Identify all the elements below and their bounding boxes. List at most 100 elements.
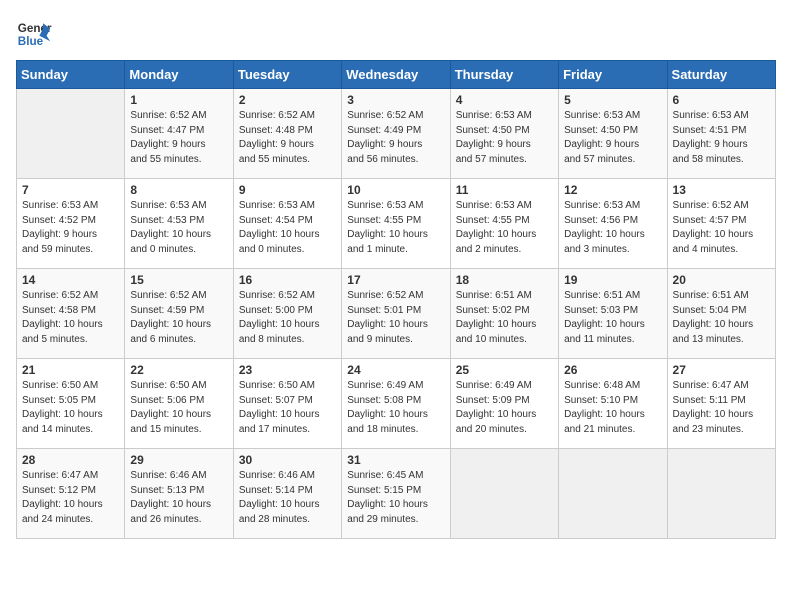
page-header: General Blue <box>16 16 776 52</box>
day-cell: 5 Sunrise: 6:53 AM Sunset: 4:50 PM Daylig… <box>559 89 667 179</box>
day-info: Sunrise: 6:52 AM Sunset: 4:49 PM Dayligh… <box>347 109 444 167</box>
day-number: 31 <box>347 453 444 467</box>
logo: General Blue <box>16 16 56 52</box>
day-number: 29 <box>130 453 227 467</box>
day-info: Sunrise: 6:53 AM Sunset: 4:50 PM Dayligh… <box>456 109 553 167</box>
day-info: Sunrise: 6:51 AM Sunset: 5:02 PM Dayligh… <box>456 289 553 347</box>
day-info: Sunrise: 6:48 AM Sunset: 5:10 PM Dayligh… <box>564 379 661 437</box>
day-info: Sunrise: 6:52 AM Sunset: 4:59 PM Dayligh… <box>130 289 227 347</box>
day-info: Sunrise: 6:53 AM Sunset: 4:56 PM Dayligh… <box>564 199 661 257</box>
day-number: 27 <box>673 363 770 377</box>
day-info: Sunrise: 6:50 AM Sunset: 5:07 PM Dayligh… <box>239 379 336 437</box>
day-info: Sunrise: 6:51 AM Sunset: 5:03 PM Dayligh… <box>564 289 661 347</box>
day-info: Sunrise: 6:47 AM Sunset: 5:11 PM Dayligh… <box>673 379 770 437</box>
day-cell: 25 Sunrise: 6:49 AM Sunset: 5:09 PM Dayli… <box>450 359 558 449</box>
day-info: Sunrise: 6:47 AM Sunset: 5:12 PM Dayligh… <box>22 469 119 527</box>
day-cell: 10 Sunrise: 6:53 AM Sunset: 4:55 PM Dayli… <box>342 179 450 269</box>
day-info: Sunrise: 6:52 AM Sunset: 4:58 PM Dayligh… <box>22 289 119 347</box>
day-number: 3 <box>347 93 444 107</box>
day-info: Sunrise: 6:53 AM Sunset: 4:53 PM Dayligh… <box>130 199 227 257</box>
weekday-header-row: SundayMondayTuesdayWednesdayThursdayFrid… <box>17 61 776 89</box>
week-row-3: 14Sunrise: 6:52 AM Sunset: 4:58 PM Dayli… <box>17 269 776 359</box>
day-number: 17 <box>347 273 444 287</box>
day-cell: 30Sunrise: 6:46 AM Sunset: 5:14 PM Dayli… <box>233 449 341 539</box>
day-cell: 23Sunrise: 6:50 AM Sunset: 5:07 PM Dayli… <box>233 359 341 449</box>
day-number: 2 <box>239 93 336 107</box>
day-cell <box>667 449 775 539</box>
day-number: 4 <box>456 93 553 107</box>
day-cell: 19 Sunrise: 6:51 AM Sunset: 5:03 PM Dayli… <box>559 269 667 359</box>
weekday-header-thursday: Thursday <box>450 61 558 89</box>
day-number: 22 <box>130 363 227 377</box>
day-number: 18 <box>456 273 553 287</box>
day-number: 15 <box>130 273 227 287</box>
week-row-4: 21 Sunrise: 6:50 AM Sunset: 5:05 PM Dayli… <box>17 359 776 449</box>
day-cell: 26 Sunrise: 6:48 AM Sunset: 5:10 PM Dayli… <box>559 359 667 449</box>
day-info: Sunrise: 6:53 AM Sunset: 4:54 PM Dayligh… <box>239 199 336 257</box>
day-number: 12 <box>564 183 661 197</box>
day-info: Sunrise: 6:50 AM Sunset: 5:05 PM Dayligh… <box>22 379 119 437</box>
day-number: 10 <box>347 183 444 197</box>
day-info: Sunrise: 6:53 AM Sunset: 4:51 PM Dayligh… <box>673 109 770 167</box>
day-info: Sunrise: 6:53 AM Sunset: 4:50 PM Dayligh… <box>564 109 661 167</box>
week-row-1: 1 Sunrise: 6:52 AM Sunset: 4:47 PM Daylig… <box>17 89 776 179</box>
day-info: Sunrise: 6:53 AM Sunset: 4:52 PM Dayligh… <box>22 199 119 257</box>
day-info: Sunrise: 6:52 AM Sunset: 4:48 PM Dayligh… <box>239 109 336 167</box>
week-row-2: 7 Sunrise: 6:53 AM Sunset: 4:52 PM Daylig… <box>17 179 776 269</box>
day-cell: 22 Sunrise: 6:50 AM Sunset: 5:06 PM Dayli… <box>125 359 233 449</box>
day-number: 26 <box>564 363 661 377</box>
day-number: 7 <box>22 183 119 197</box>
logo-icon: General Blue <box>16 16 52 52</box>
weekday-header-monday: Monday <box>125 61 233 89</box>
day-cell: 17 Sunrise: 6:52 AM Sunset: 5:01 PM Dayli… <box>342 269 450 359</box>
day-cell: 28 Sunrise: 6:47 AM Sunset: 5:12 PM Dayli… <box>17 449 125 539</box>
day-number: 16 <box>239 273 336 287</box>
day-number: 8 <box>130 183 227 197</box>
day-cell: 8 Sunrise: 6:53 AM Sunset: 4:53 PM Daylig… <box>125 179 233 269</box>
day-cell: 2 Sunrise: 6:52 AM Sunset: 4:48 PM Daylig… <box>233 89 341 179</box>
day-cell: 29Sunrise: 6:46 AM Sunset: 5:13 PM Dayli… <box>125 449 233 539</box>
day-cell: 15 Sunrise: 6:52 AM Sunset: 4:59 PM Dayli… <box>125 269 233 359</box>
day-number: 21 <box>22 363 119 377</box>
weekday-header-sunday: Sunday <box>17 61 125 89</box>
day-cell: 1 Sunrise: 6:52 AM Sunset: 4:47 PM Daylig… <box>125 89 233 179</box>
day-cell: 4 Sunrise: 6:53 AM Sunset: 4:50 PM Daylig… <box>450 89 558 179</box>
day-number: 6 <box>673 93 770 107</box>
day-info: Sunrise: 6:53 AM Sunset: 4:55 PM Dayligh… <box>347 199 444 257</box>
day-number: 1 <box>130 93 227 107</box>
weekday-header-saturday: Saturday <box>667 61 775 89</box>
day-cell: 18 Sunrise: 6:51 AM Sunset: 5:02 PM Dayli… <box>450 269 558 359</box>
week-row-5: 28 Sunrise: 6:47 AM Sunset: 5:12 PM Dayli… <box>17 449 776 539</box>
day-info: Sunrise: 6:46 AM Sunset: 5:14 PM Dayligh… <box>239 469 336 527</box>
weekday-header-tuesday: Tuesday <box>233 61 341 89</box>
day-number: 28 <box>22 453 119 467</box>
day-number: 9 <box>239 183 336 197</box>
day-info: Sunrise: 6:52 AM Sunset: 5:00 PM Dayligh… <box>239 289 336 347</box>
day-cell: 24Sunrise: 6:49 AM Sunset: 5:08 PM Dayli… <box>342 359 450 449</box>
calendar-table: SundayMondayTuesdayWednesdayThursdayFrid… <box>16 60 776 539</box>
day-cell: 21 Sunrise: 6:50 AM Sunset: 5:05 PM Dayli… <box>17 359 125 449</box>
day-cell <box>450 449 558 539</box>
day-cell: 3 Sunrise: 6:52 AM Sunset: 4:49 PM Daylig… <box>342 89 450 179</box>
weekday-header-friday: Friday <box>559 61 667 89</box>
day-cell: 31 Sunrise: 6:45 AM Sunset: 5:15 PM Dayli… <box>342 449 450 539</box>
day-number: 13 <box>673 183 770 197</box>
day-cell: 14Sunrise: 6:52 AM Sunset: 4:58 PM Dayli… <box>17 269 125 359</box>
day-info: Sunrise: 6:49 AM Sunset: 5:09 PM Dayligh… <box>456 379 553 437</box>
day-cell: 20 Sunrise: 6:51 AM Sunset: 5:04 PM Dayli… <box>667 269 775 359</box>
weekday-header-wednesday: Wednesday <box>342 61 450 89</box>
day-number: 25 <box>456 363 553 377</box>
day-info: Sunrise: 6:52 AM Sunset: 5:01 PM Dayligh… <box>347 289 444 347</box>
day-info: Sunrise: 6:50 AM Sunset: 5:06 PM Dayligh… <box>130 379 227 437</box>
day-info: Sunrise: 6:51 AM Sunset: 5:04 PM Dayligh… <box>673 289 770 347</box>
day-cell: 16 Sunrise: 6:52 AM Sunset: 5:00 PM Dayli… <box>233 269 341 359</box>
day-number: 19 <box>564 273 661 287</box>
day-info: Sunrise: 6:45 AM Sunset: 5:15 PM Dayligh… <box>347 469 444 527</box>
day-number: 5 <box>564 93 661 107</box>
day-cell: 12 Sunrise: 6:53 AM Sunset: 4:56 PM Dayli… <box>559 179 667 269</box>
day-cell: 11Sunrise: 6:53 AM Sunset: 4:55 PM Dayli… <box>450 179 558 269</box>
day-number: 11 <box>456 183 553 197</box>
day-info: Sunrise: 6:52 AM Sunset: 4:57 PM Dayligh… <box>673 199 770 257</box>
day-info: Sunrise: 6:52 AM Sunset: 4:47 PM Dayligh… <box>130 109 227 167</box>
day-number: 20 <box>673 273 770 287</box>
